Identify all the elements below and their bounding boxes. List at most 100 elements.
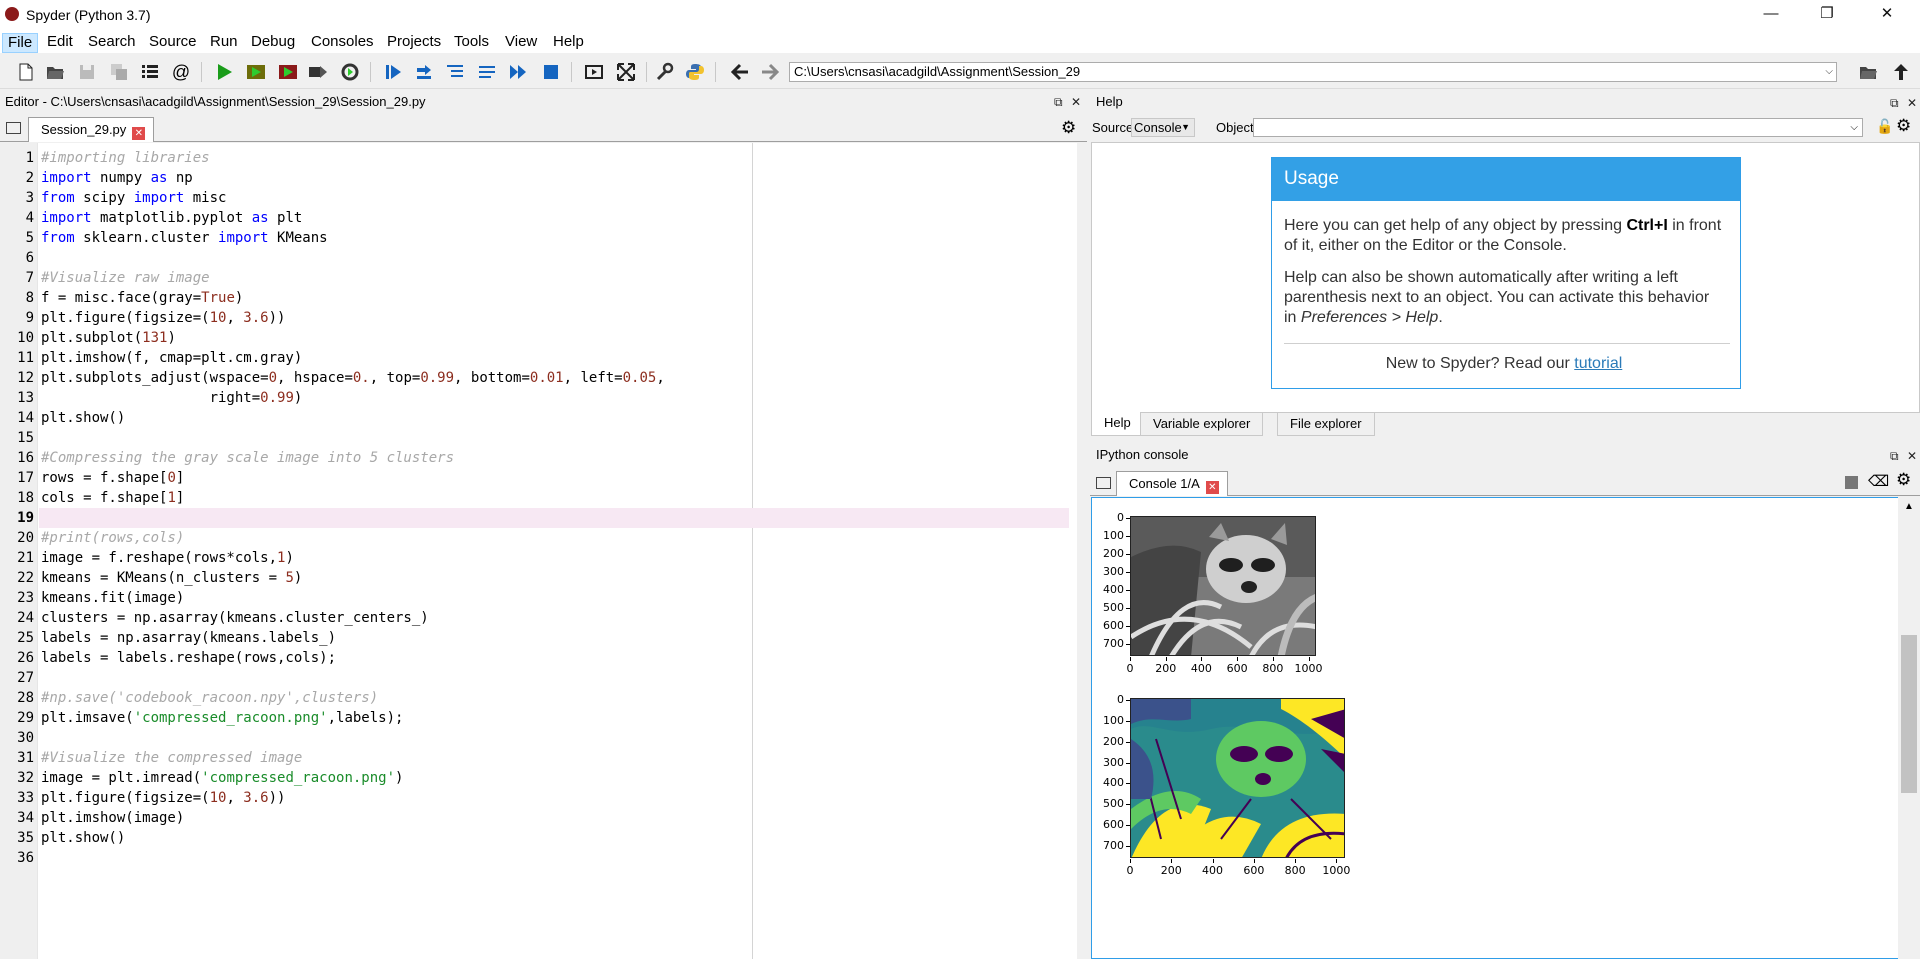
back-icon[interactable] (729, 61, 751, 83)
close-tab-icon[interactable]: ✕ (1205, 481, 1219, 494)
stop-icon[interactable] (540, 61, 562, 83)
menu-edit[interactable]: Edit (42, 33, 78, 53)
tab-file-explorer[interactable]: File explorer (1277, 412, 1375, 436)
console-output[interactable]: 0 100 200 300 400 500 600 700 0 200 400 600 800 1000 … (1091, 497, 1901, 959)
new-file-icon[interactable] (15, 61, 37, 83)
code-line[interactable]: plt.figure(figsize=(10, 3.6)) (41, 308, 285, 328)
rerun-icon[interactable] (339, 61, 361, 83)
code-line[interactable]: #print(rows,cols) (41, 528, 184, 548)
close-pane-icon[interactable]: ✕ (1071, 93, 1081, 112)
preferences-icon[interactable] (654, 61, 676, 83)
menu-tools[interactable]: Tools (449, 33, 494, 53)
code-line[interactable]: kmeans = KMeans(n_clusters = 5) (41, 568, 302, 588)
run-cell-advance-icon[interactable] (277, 61, 299, 83)
code-line[interactable]: cols = f.shape[1] (41, 488, 184, 508)
console-tab[interactable]: Console 1/A ✕ (1116, 471, 1228, 496)
menu-help[interactable]: Help (548, 33, 589, 53)
code-line[interactable]: plt.imshow(f, cmap=plt.cm.gray) (41, 348, 302, 368)
parent-dir-icon[interactable] (1890, 61, 1912, 83)
scrollbar-thumb[interactable] (1901, 635, 1917, 793)
code-line[interactable]: image = plt.imread('compressed_racoon.pn… (41, 768, 403, 788)
close-pane-icon[interactable]: ✕ (1907, 93, 1917, 113)
minimize-button[interactable]: — (1748, 0, 1794, 30)
step-into-icon[interactable] (444, 61, 466, 83)
code-line[interactable]: from sklearn.cluster import KMeans (41, 228, 328, 248)
code-line[interactable]: #Visualize raw image (41, 268, 210, 288)
undock-icon[interactable]: ⧉ (1890, 446, 1899, 466)
run-selection-icon[interactable] (307, 61, 329, 83)
chevron-down-icon[interactable]: ⌵ (1825, 63, 1833, 81)
code-line[interactable]: right=0.99) (41, 388, 303, 408)
stop-kernel-icon[interactable] (1845, 476, 1858, 489)
code-line[interactable]: labels = labels.reshape(rows,cols); (41, 648, 336, 668)
code-line[interactable]: plt.imshow(image) (41, 808, 184, 828)
code-line[interactable]: import numpy as np (41, 168, 193, 188)
close-tab-icon[interactable]: ✕ (132, 127, 146, 140)
undock-icon[interactable]: ⧉ (1054, 93, 1063, 112)
gear-icon[interactable]: ⚙ (1896, 470, 1911, 490)
code-editor[interactable]: 1 2 3 4 5 6 7 8 9 10 11 12 13 14 15 16 17 18 19 20 21 22 23 24 2… (0, 143, 1077, 959)
code-line[interactable]: plt.show() (41, 828, 125, 848)
menu-projects[interactable]: Projects (382, 33, 446, 53)
open-file-icon[interactable] (44, 61, 66, 83)
code-line[interactable]: plt.subplots_adjust(wspace=0, hspace=0.,… (41, 368, 665, 388)
continue-icon[interactable] (507, 61, 529, 83)
maximize-pane-icon[interactable] (583, 61, 605, 83)
undock-icon[interactable]: ⧉ (1890, 93, 1899, 113)
code-line[interactable]: plt.imsave('compressed_racoon.png',label… (41, 708, 403, 728)
source-combobox[interactable]: Console ▼ (1131, 118, 1195, 137)
tab-variable-explorer[interactable]: Variable explorer (1140, 412, 1264, 436)
code-line[interactable]: plt.show() (41, 408, 125, 428)
code-line[interactable]: labels = np.asarray(kmeans.labels_) (41, 628, 336, 648)
object-combobox[interactable]: ⌵ (1253, 118, 1863, 137)
code-line[interactable]: import matplotlib.pyplot as plt (41, 208, 302, 228)
python-path-icon[interactable] (684, 61, 706, 83)
menu-view[interactable]: View (500, 33, 542, 53)
menu-consoles[interactable]: Consoles (306, 33, 379, 53)
lock-icon[interactable]: 🔓 (1876, 118, 1893, 135)
editor-tab-session-29[interactable]: Session_29.py ✕ (28, 117, 155, 142)
browse-tabs-icon[interactable] (6, 122, 21, 134)
tab-help[interactable]: Help (1091, 412, 1144, 436)
code-line[interactable]: #np.save('codebook_racoon.npy',clusters) (41, 688, 378, 708)
code-line[interactable]: plt.subplot(131) (41, 328, 176, 348)
tutorial-link[interactable]: tutorial (1574, 355, 1622, 372)
gear-icon[interactable]: ⚙ (1061, 118, 1076, 138)
browse-tabs-icon[interactable] (1096, 477, 1111, 489)
code-line[interactable]: rows = f.shape[0] (41, 468, 184, 488)
close-window-button[interactable]: ✕ (1864, 0, 1910, 30)
code-line[interactable]: #importing libraries (41, 148, 210, 168)
save-icon[interactable] (76, 61, 98, 83)
debug-icon[interactable] (382, 61, 404, 83)
close-pane-icon[interactable]: ✕ (1907, 446, 1917, 466)
working-directory-combobox[interactable]: C:\Users\cnsasi\acadgild\Assignment\Sess… (789, 62, 1837, 82)
code-line[interactable]: clusters = np.asarray(kmeans.cluster_cen… (41, 608, 429, 628)
menu-debug[interactable]: Debug (246, 33, 300, 53)
menu-run[interactable]: Run (205, 33, 243, 53)
run-cell-icon[interactable] (245, 61, 267, 83)
menu-search[interactable]: Search (83, 33, 141, 53)
step-return-icon[interactable] (476, 61, 498, 83)
code-line[interactable]: f = misc.face(gray=True) (41, 288, 243, 308)
run-icon[interactable] (213, 61, 235, 83)
gear-icon[interactable]: ⚙ (1896, 116, 1911, 136)
browse-folder-icon[interactable] (1857, 61, 1879, 83)
restore-button[interactable]: ❐ (1804, 0, 1850, 30)
eraser-icon[interactable]: ⌫ (1868, 472, 1889, 490)
code-line[interactable]: from scipy import misc (41, 188, 226, 208)
browse-tabs-icon[interactable] (139, 61, 161, 83)
scroll-up-icon[interactable]: ▲ (1904, 501, 1914, 512)
forward-icon[interactable] (759, 61, 781, 83)
console-scrollbar[interactable]: ▲ (1898, 497, 1920, 959)
menu-file[interactable]: File (2, 33, 39, 53)
code-line[interactable]: image = f.reshape(rows*cols,1) (41, 548, 294, 568)
code-line[interactable]: #Visualize the compressed image (41, 748, 302, 768)
menu-source[interactable]: Source (144, 33, 202, 53)
step-icon[interactable] (413, 61, 435, 83)
at-icon[interactable]: @ (170, 61, 192, 83)
save-all-icon[interactable] (108, 61, 130, 83)
code-line[interactable]: #Compressing the gray scale image into 5… (41, 448, 454, 468)
code-line[interactable]: plt.figure(figsize=(10, 3.6)) (41, 788, 285, 808)
code-line[interactable]: kmeans.fit(image) (41, 588, 184, 608)
fullscreen-icon[interactable] (615, 61, 637, 83)
